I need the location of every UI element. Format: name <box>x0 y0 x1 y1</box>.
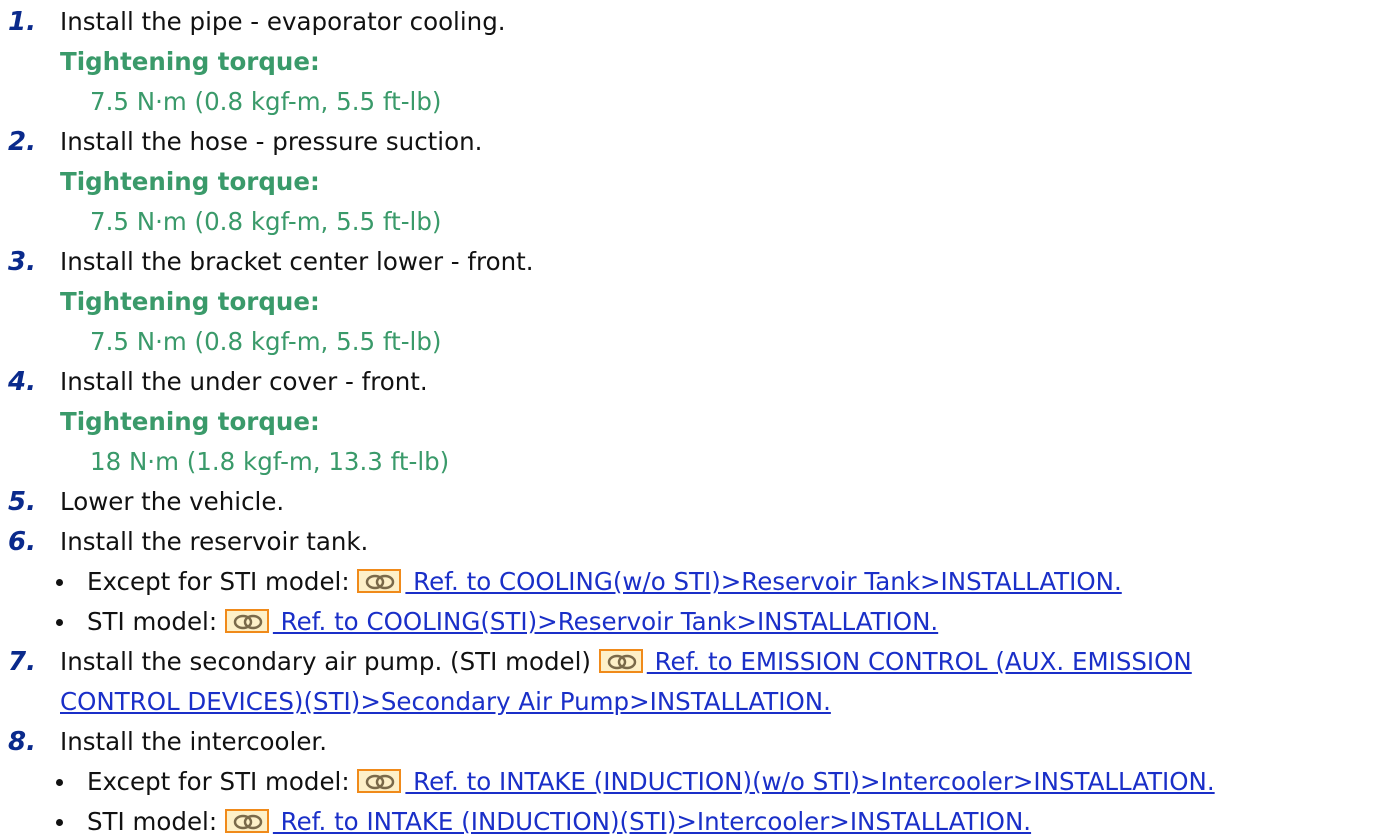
step-number: 2. <box>8 127 36 157</box>
step-text: Install the reservoir tank. <box>60 527 369 556</box>
bullet-label: Except for STI model: <box>87 567 350 596</box>
step-number: 7. <box>8 647 36 677</box>
step-text: Install the bracket center lower - front… <box>60 247 534 276</box>
chain-link-icon[interactable] <box>224 609 269 633</box>
chain-link-icon[interactable] <box>357 569 402 593</box>
reference-link-text[interactable]: Ref. to COOLING(w/o STI)>Reservoir Tank>… <box>405 567 1122 596</box>
reference-link[interactable]: Ref. to COOLING(STI)>Reservoir Tank>INST… <box>224 607 939 636</box>
chain-link-icon[interactable] <box>357 769 402 793</box>
step-text: Install the hose - pressure suction. <box>60 127 483 156</box>
chain-link-icon[interactable] <box>224 809 269 833</box>
torque-value: 7.5 N·m (0.8 kgf-m, 5.5 ft-lb) <box>90 327 442 356</box>
step-number: 1. <box>8 7 36 37</box>
reference-link-text[interactable]: Ref. to COOLING(STI)>Reservoir Tank>INST… <box>273 607 939 636</box>
step-text: Install the secondary air pump. (STI mod… <box>60 647 591 676</box>
procedure-document: 1. Install the pipe - evaporator cooling… <box>0 0 1374 836</box>
torque-label: Tightening torque: <box>60 167 320 196</box>
chain-link-icon[interactable] <box>598 649 643 673</box>
torque-value: 7.5 N·m (0.8 kgf-m, 5.5 ft-lb) <box>90 87 442 116</box>
reference-link-text[interactable]: Ref. to INTAKE (INDUCTION)(STI)>Intercoo… <box>273 807 1031 836</box>
reference-link[interactable]: Ref. to INTAKE (INDUCTION)(STI)>Intercoo… <box>224 807 1031 836</box>
bullet-dot <box>56 779 63 786</box>
reference-link[interactable]: Ref. to INTAKE (INDUCTION)(w/o STI)>Inte… <box>357 767 1215 796</box>
torque-label: Tightening torque: <box>60 287 320 316</box>
bullet-label: STI model: <box>87 807 218 836</box>
bullet-dot <box>56 619 63 626</box>
torque-value: 7.5 N·m (0.8 kgf-m, 5.5 ft-lb) <box>90 207 442 236</box>
step-number: 4. <box>8 367 36 397</box>
step-number: 5. <box>8 487 36 517</box>
torque-label: Tightening torque: <box>60 407 320 436</box>
bullet-dot <box>56 579 63 586</box>
step-number: 8. <box>8 727 36 757</box>
step-text: Install the pipe - evaporator cooling. <box>60 7 506 36</box>
reference-link-continuation[interactable]: CONTROL DEVICES)(STI)>Secondary Air Pump… <box>60 682 831 722</box>
torque-value: 18 N·m (1.8 kgf-m, 13.3 ft-lb) <box>90 447 450 476</box>
step-text: Lower the vehicle. <box>60 487 285 516</box>
step-text: Install the under cover - front. <box>60 367 428 396</box>
step-number: 3. <box>8 247 36 277</box>
bullet-label: STI model: <box>87 607 218 636</box>
step-number: 6. <box>8 527 36 557</box>
bullet-label: Except for STI model: <box>87 767 350 796</box>
reference-link[interactable]: Ref. to EMISSION CONTROL (AUX. EMISSION <box>598 647 1192 676</box>
step-text: Install the intercooler. <box>60 727 328 756</box>
bullet-dot <box>56 819 63 826</box>
reference-link-text[interactable]: Ref. to INTAKE (INDUCTION)(w/o STI)>Inte… <box>405 767 1214 796</box>
torque-label: Tightening torque: <box>60 47 320 76</box>
reference-link[interactable]: Ref. to COOLING(w/o STI)>Reservoir Tank>… <box>357 567 1122 596</box>
reference-link-text[interactable]: Ref. to EMISSION CONTROL (AUX. EMISSION <box>647 647 1192 676</box>
